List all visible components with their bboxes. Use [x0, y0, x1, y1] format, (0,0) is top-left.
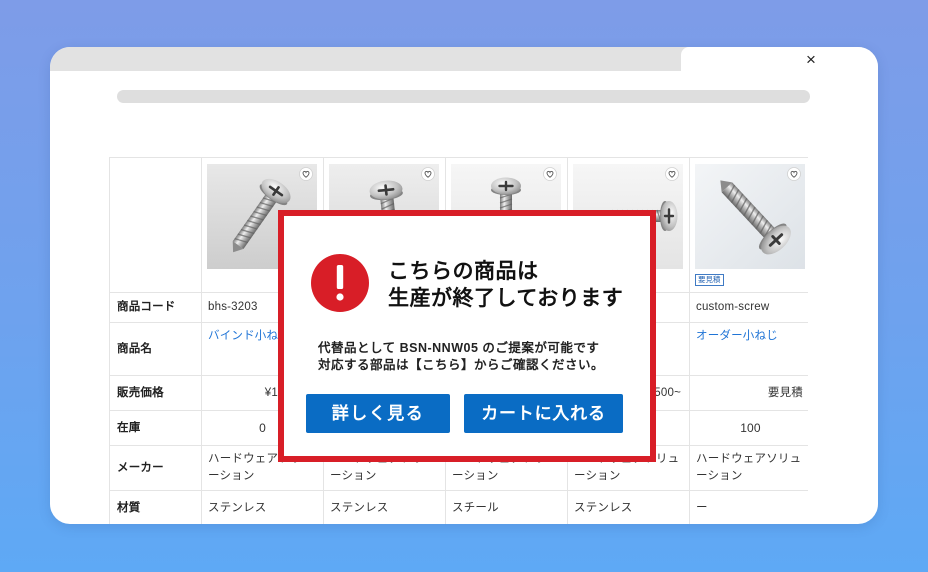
product-name-cell: オーダー小ねじ [689, 322, 808, 376]
row-label-maker: メーカー [109, 445, 202, 491]
price-cell: 要見積 [689, 375, 808, 411]
product-code-cell: custom-screw [689, 292, 808, 323]
image-row-label [109, 157, 202, 293]
modal-message: 代替品として BSN-NNW05 のご提案が可能です 対応する部品は【こちら】か… [318, 340, 604, 374]
favorite-heart-icon[interactable] [543, 167, 557, 181]
material-cell: ー [689, 490, 808, 524]
material-row: 材質 ステンレス ステンレス スチール ステンレス ー [109, 490, 808, 524]
favorite-heart-icon[interactable] [299, 167, 313, 181]
modal-message-line-2: 対応する部品は【こちら】からご確認ください。 [318, 358, 605, 372]
product-name-link[interactable]: オーダー小ねじ [696, 330, 778, 342]
favorite-heart-icon[interactable] [665, 167, 679, 181]
alert-icon [311, 254, 369, 312]
close-icon[interactable]: × [802, 51, 820, 69]
stock-cell: 100 [689, 410, 808, 446]
view-details-button[interactable]: 詳しく見る [306, 394, 450, 433]
favorite-heart-icon[interactable] [421, 167, 435, 181]
material-cell: ステンレス [567, 490, 690, 524]
row-label-stock: 在庫 [109, 410, 202, 446]
add-to-cart-button[interactable]: カートに入れる [464, 394, 623, 433]
browser-tab[interactable] [681, 47, 878, 71]
quote-required-badge: 要見積 [695, 274, 724, 286]
modal-title-line-2: 生産が終了しております [388, 287, 624, 310]
modal-message-line-1: 代替品として BSN-NNW05 のご提案が可能です [318, 341, 600, 355]
discontinued-product-modal: こちらの商品は 生産が終了しております 代替品として BSN-NNW05 のご提… [278, 210, 656, 462]
address-bar[interactable] [117, 90, 810, 103]
modal-title-line-1: こちらの商品は [388, 260, 539, 283]
row-label-product-name: 商品名 [109, 322, 202, 376]
material-cell: ステンレス [201, 490, 324, 524]
browser-window: × 要見積 商品コード bhs-3203 custom-screw 商品名 バイ… [50, 47, 878, 524]
row-label-product-code: 商品コード [109, 292, 202, 323]
row-label-material: 材質 [109, 490, 202, 524]
product-image-cell: 要見積 [689, 157, 808, 293]
material-cell: ステンレス [323, 490, 446, 524]
row-label-price: 販売価格 [109, 375, 202, 411]
maker-cell: ハードウェアソリューション [689, 445, 808, 491]
modal-title: こちらの商品は 生産が終了しております [388, 258, 623, 312]
favorite-heart-icon[interactable] [787, 167, 801, 181]
material-cell: スチール [445, 490, 568, 524]
product-name-link[interactable]: バインド小ね [208, 330, 278, 342]
